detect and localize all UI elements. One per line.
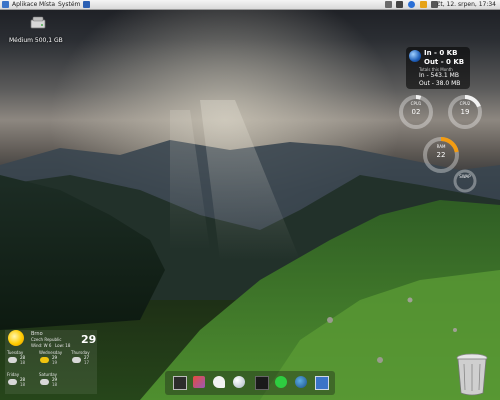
swap-ring: SWAP (452, 168, 478, 194)
update-icon[interactable] (420, 1, 427, 8)
terminal-icon[interactable] (255, 376, 269, 390)
network-widget: In - 0 KB Out - 0 KB Totals this Month I… (406, 47, 470, 89)
launcher-icon[interactable] (83, 1, 90, 8)
firefox-icon[interactable] (295, 376, 307, 388)
globe-icon (409, 50, 421, 62)
day-low: 18 (20, 360, 26, 365)
drive-label[interactable]: Médium 500,1 GB (9, 37, 63, 44)
day-low: 18 (52, 382, 58, 387)
drive-icon[interactable] (30, 14, 46, 29)
monitor-icon[interactable] (385, 1, 392, 8)
battery-icon[interactable] (396, 1, 403, 8)
cpu1-ring: CPU1 02 (397, 93, 435, 131)
cpu1-value: 02 (411, 108, 421, 116)
screen-icon[interactable] (173, 376, 187, 390)
menu-applications[interactable]: Aplikace (12, 0, 37, 9)
skype-icon[interactable] (275, 376, 287, 388)
pidgin-icon[interactable] (213, 376, 225, 388)
swap-caption: SWAP (459, 174, 471, 179)
weather-low: Low: 18 (55, 343, 71, 348)
clock[interactable]: čt, 12. srpen, 17:34 (437, 0, 496, 9)
day-low: 17 (84, 360, 90, 365)
cpu1-caption: CPU1 (410, 101, 422, 106)
forecast-day: 28 18 (8, 355, 30, 368)
menu-foot-icon[interactable] (2, 1, 9, 8)
calendar-icon[interactable] (315, 376, 329, 390)
trash-icon[interactable] (455, 352, 489, 396)
menu-system[interactable]: Systém (58, 0, 80, 9)
net-month-in: In - 543.1 MB (419, 72, 459, 79)
sun-cloud-icon (40, 357, 49, 363)
ram-caption: RAM (436, 144, 446, 149)
globe-icon[interactable] (233, 376, 245, 388)
cloud-icon (72, 357, 81, 363)
top-panel: Aplikace Místa Systém čt, 12. srpen, 17:… (0, 0, 500, 10)
net-out: Out - 0 KB (424, 58, 465, 66)
desktop-background: Aplikace Místa Systém čt, 12. srpen, 17:… (0, 0, 500, 400)
weather-wind: Wind: W 6 (31, 343, 52, 348)
forecast-day: 27 17 (72, 355, 94, 368)
net-in: In - 0 KB (424, 49, 458, 57)
cloud-icon (8, 357, 17, 363)
ram-value: 22 (436, 151, 446, 159)
network-icon[interactable] (408, 1, 415, 8)
day-low: 18 (20, 382, 26, 387)
menu-places[interactable]: Místa (39, 0, 55, 9)
weather-widget: Brno Czech Republic Wind: W 6 Low: 18 29… (5, 330, 97, 394)
cpu2-caption: CPU2 (459, 101, 471, 106)
cloud-icon (40, 379, 49, 385)
cpu2-value: 19 (460, 108, 470, 116)
weather-temp: 29 (81, 333, 97, 346)
forecast-day: 29 19 (40, 355, 62, 368)
cloud-icon (8, 379, 17, 385)
sun-icon (8, 330, 24, 346)
day-low: 19 (52, 360, 58, 365)
forecast-day: 29 18 (40, 377, 62, 390)
net-month-out: Out - 38.0 MB (419, 80, 461, 87)
dock (165, 371, 335, 395)
forecast-day: 28 18 (8, 377, 30, 390)
app-icon[interactable] (193, 376, 205, 388)
cpu2-ring: CPU2 19 (446, 93, 484, 131)
weather-subtitle: Czech Republic (31, 337, 62, 342)
